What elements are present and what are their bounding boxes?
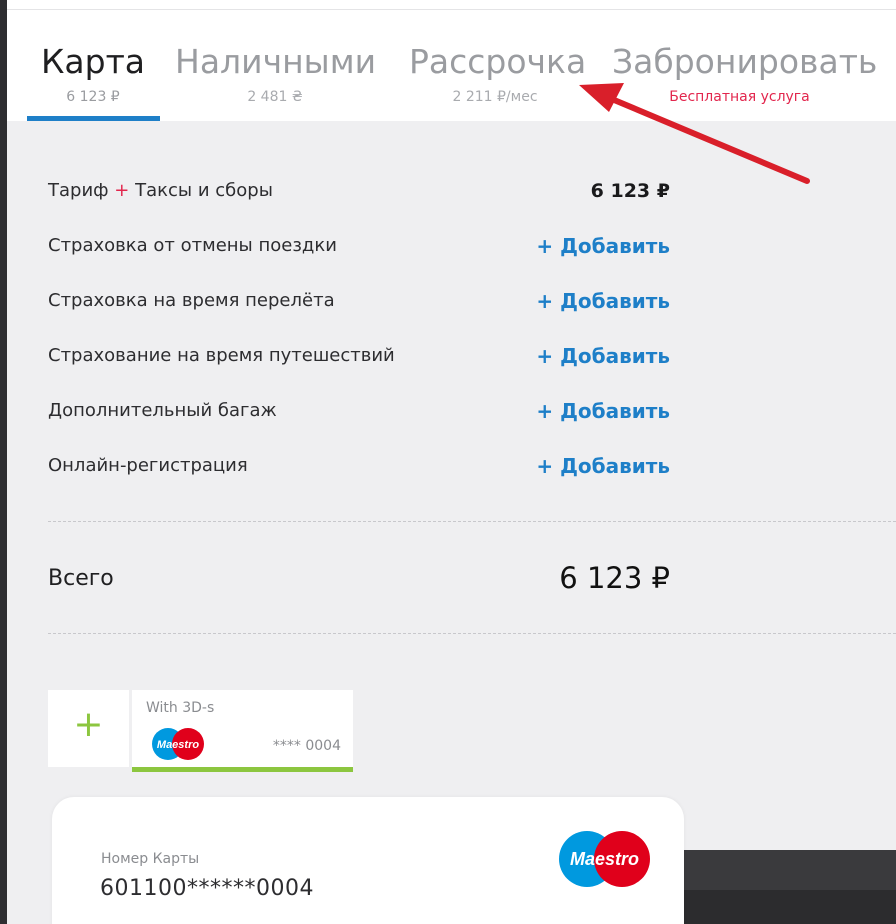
total-value: 6 123 ₽ bbox=[559, 561, 670, 595]
total-label: Всего bbox=[48, 566, 114, 591]
extra-row-baggage: Дополнительный багаж + Добавить bbox=[48, 396, 670, 426]
add-flight-insurance-link[interactable]: + Добавить bbox=[536, 286, 670, 316]
tariff-label: Тариф + Таксы и сборы bbox=[48, 176, 273, 206]
extra-row-label: Страхование на время путешествий bbox=[48, 345, 395, 366]
extra-row-label: Страховка от отмены поездки bbox=[48, 235, 337, 256]
payment-page: Карта 6 123 ₽ Наличными 2 481 ₴ Рассрочк… bbox=[7, 0, 896, 924]
tab-installment[interactable]: Рассрочка 2 211 ₽/мес bbox=[409, 40, 587, 110]
maestro-logo-text: Maestro bbox=[570, 849, 639, 869]
extra-row-label: Страховка на время перелёта bbox=[48, 290, 335, 311]
add-cancel-insurance-link[interactable]: + Добавить bbox=[536, 231, 670, 261]
saved-card-tile[interactable]: With 3D-s Maestro **** 0004 bbox=[132, 690, 353, 772]
window-left-edge bbox=[0, 0, 7, 924]
tab-installment-price: 2 211 ₽/мес bbox=[452, 89, 538, 105]
card-form-panel: Номер Карты 601100******0004 Maestro bbox=[52, 797, 684, 924]
tariff-label-b: Таксы и сборы bbox=[135, 180, 273, 201]
add-baggage-link[interactable]: + Добавить bbox=[536, 396, 670, 426]
divider-top bbox=[48, 521, 896, 522]
tab-book-title: Забронировать bbox=[612, 42, 878, 81]
tab-card[interactable]: Карта 6 123 ₽ bbox=[37, 40, 149, 110]
maestro-logo-text: Maestro bbox=[157, 739, 199, 751]
extra-row-travel-insurance: Страхование на время путешествий + Добав… bbox=[48, 341, 670, 371]
card-number-label: Номер Карты bbox=[101, 851, 200, 867]
tab-book[interactable]: Забронировать Бесплатная услуга bbox=[612, 40, 878, 110]
background-dark-strip-top bbox=[682, 850, 896, 890]
card-number-field[interactable]: 601100******0004 bbox=[100, 873, 314, 905]
extra-row-flight-insurance: Страховка на время перелёта + Добавить bbox=[48, 286, 670, 316]
extra-row-label: Дополнительный багаж bbox=[48, 400, 277, 421]
tariff-row: Тариф + Таксы и сборы 6 123 ₽ bbox=[48, 176, 670, 206]
tariff-value: 6 123 ₽ bbox=[590, 180, 670, 202]
tab-cash-title: Наличными bbox=[175, 42, 377, 81]
tab-cash[interactable]: Наличными 2 481 ₴ bbox=[175, 40, 377, 110]
add-travel-insurance-link[interactable]: + Добавить bbox=[536, 341, 670, 371]
divider-bottom bbox=[48, 633, 896, 634]
plus-icon: + bbox=[73, 704, 104, 745]
extra-row-cancel-insurance: Страховка от отмены поездки + Добавить bbox=[48, 231, 670, 261]
payment-tabs-header: Карта 6 123 ₽ Наличными 2 481 ₴ Рассрочк… bbox=[7, 0, 896, 121]
saved-card-number: **** 0004 bbox=[272, 738, 341, 754]
add-online-checkin-link[interactable]: + Добавить bbox=[536, 451, 670, 481]
maestro-logo-icon: Maestro bbox=[152, 728, 204, 760]
tab-cash-price: 2 481 ₴ bbox=[247, 89, 303, 105]
tab-card-title: Карта bbox=[40, 42, 146, 81]
maestro-logo-icon: Maestro bbox=[559, 831, 650, 887]
extra-row-online-checkin: Онлайн-регистрация + Добавить bbox=[48, 451, 670, 481]
header-top-line bbox=[7, 9, 896, 10]
tab-installment-title: Рассрочка bbox=[409, 42, 587, 81]
add-card-button[interactable]: + bbox=[48, 690, 129, 767]
saved-card-label: With 3D-s bbox=[146, 700, 215, 716]
extra-row-label: Онлайн-регистрация bbox=[48, 455, 248, 476]
tariff-label-a: Тариф bbox=[48, 180, 109, 201]
tab-card-price: 6 123 ₽ bbox=[66, 89, 120, 105]
tab-book-note: Бесплатная услуга bbox=[669, 89, 810, 105]
active-tab-indicator bbox=[27, 116, 160, 121]
tariff-plus: + bbox=[114, 180, 130, 201]
